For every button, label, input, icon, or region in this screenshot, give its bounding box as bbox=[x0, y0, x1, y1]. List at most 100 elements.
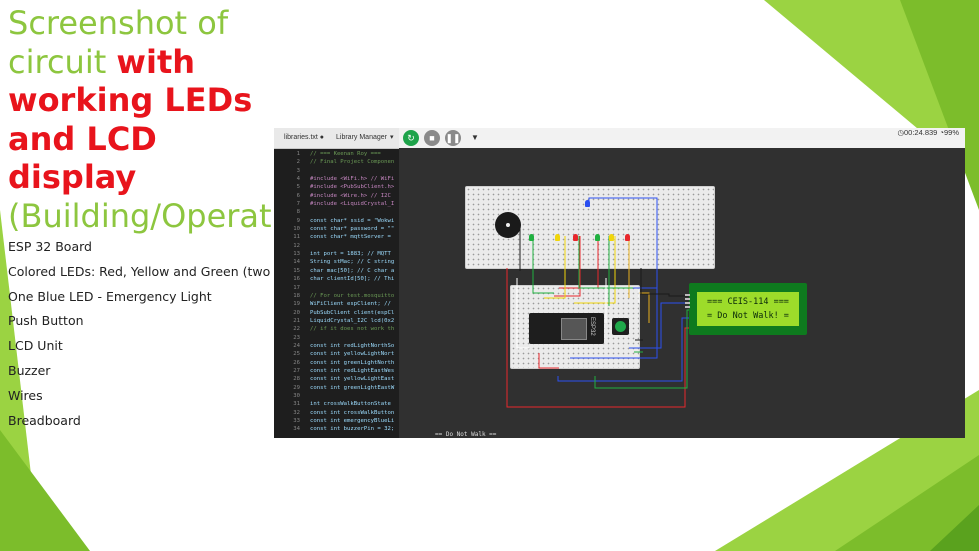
line-text: #include <Wire.h> // I2C bbox=[310, 192, 391, 199]
line-number: 21 bbox=[293, 317, 300, 324]
code-line[interactable]: 32 const int crossWalkButton bbox=[274, 409, 399, 417]
line-text: const char* ssid = "Wokwi bbox=[310, 217, 395, 224]
code-line[interactable]: 30 bbox=[274, 392, 399, 400]
code-line[interactable]: 25 const int yellowLightNort bbox=[274, 350, 399, 358]
line-number: 7 bbox=[296, 201, 300, 208]
led-red-1[interactable] bbox=[573, 234, 578, 241]
line-text: int crossWalkButtonState bbox=[310, 401, 391, 408]
code-line[interactable]: 11 const char* mqttServer = bbox=[274, 233, 399, 241]
lcd-line-1: === CEIS-114 === bbox=[707, 297, 789, 307]
tab-library-manager[interactable]: Library Manager bbox=[332, 128, 391, 148]
line-number: 14 bbox=[293, 259, 300, 266]
code-line[interactable]: 8 bbox=[274, 208, 399, 216]
code-line[interactable]: 21 LiquidCrystal_I2C lcd(0x2 bbox=[274, 317, 399, 325]
list-item: LCD Unit bbox=[8, 338, 63, 354]
code-line[interactable]: 24 const int redLightNorthSo bbox=[274, 342, 399, 350]
line-text: const int crossWalkButton bbox=[310, 409, 395, 416]
led-red-2[interactable] bbox=[625, 234, 630, 241]
line-text: #include <LiquidCrystal_I bbox=[310, 201, 395, 208]
line-number: 26 bbox=[293, 359, 300, 366]
code-line[interactable]: 1 // === Keenan Roy === bbox=[274, 150, 399, 158]
code-line[interactable]: 2 // Final Project Componen bbox=[274, 158, 399, 166]
code-editor[interactable]: libraries.txt ● Library Manager ▾ 1 // ==… bbox=[274, 128, 399, 438]
line-number: 15 bbox=[293, 267, 300, 274]
line-number: 33 bbox=[293, 418, 300, 424]
push-button-cap bbox=[615, 321, 626, 332]
led-yellow-2[interactable] bbox=[609, 234, 614, 241]
list-item: Buzzer bbox=[8, 362, 51, 378]
code-line[interactable]: 13 int port = 1883; // MQTT bbox=[274, 250, 399, 258]
code-line[interactable]: 23 bbox=[274, 334, 399, 342]
buzzer-center bbox=[506, 223, 510, 227]
code-line[interactable]: 27 const int redLightEastWes bbox=[274, 367, 399, 375]
code-line[interactable]: 5 #include <PubSubClient.h> bbox=[274, 183, 399, 191]
lcd-display[interactable]: === CEIS-114 === = Do Not Walk! = bbox=[689, 283, 807, 335]
tab-menu-chevron-icon[interactable]: ▾ bbox=[386, 128, 398, 148]
line-text: int port = 1883; // MQTT bbox=[310, 251, 391, 258]
led-blue-emergency[interactable] bbox=[585, 200, 590, 207]
line-text: WiFiClient espClient; // bbox=[310, 301, 391, 308]
line-text: const int yellowLightEast bbox=[310, 376, 395, 383]
line-number: 18 bbox=[293, 292, 300, 299]
simulator-panel[interactable]: ↻ ■ ❚❚ ▼ ◷00:24.839 ◔99% ESP32 === CEIS-… bbox=[399, 128, 965, 438]
buzzer[interactable] bbox=[495, 212, 521, 238]
code-line[interactable]: 18 // For our test.mosquitto bbox=[274, 292, 399, 300]
code-line[interactable]: 4 #include <WiFi.h> // WiFi bbox=[274, 175, 399, 183]
push-button[interactable] bbox=[612, 318, 629, 335]
code-line[interactable]: 16 char clientId[50]; // Thi bbox=[274, 275, 399, 283]
serial-monitor-text: == Do Not Walk == bbox=[435, 431, 497, 438]
esp32-label: ESP32 bbox=[589, 317, 595, 336]
code-line[interactable]: 7 #include <LiquidCrystal_I bbox=[274, 200, 399, 208]
code-line[interactable]: 29 const int greenLightEastW bbox=[274, 384, 399, 392]
led-yellow-1[interactable] bbox=[555, 234, 560, 241]
line-text: const int yellowLightNort bbox=[310, 351, 395, 358]
line-number: 17 bbox=[293, 284, 300, 291]
line-text: char clientId[50]; // Thi bbox=[310, 276, 395, 283]
line-text: // For our test.mosquitto bbox=[310, 292, 395, 299]
list-item: Breadboard bbox=[8, 412, 81, 428]
line-number: 13 bbox=[293, 251, 300, 258]
code-line[interactable]: 33 const int emergencyBlueLi bbox=[274, 417, 399, 425]
code-lines[interactable]: 1 // === Keenan Roy === 2 // Final Project … bbox=[274, 150, 399, 434]
code-line[interactable]: 20 PubSubClient client(espCl bbox=[274, 309, 399, 317]
code-line[interactable]: 19 WiFiClient espClient; // bbox=[274, 300, 399, 308]
line-text: const int greenLightEastW bbox=[310, 384, 395, 391]
line-number: 24 bbox=[293, 342, 300, 349]
line-number: 4 bbox=[296, 176, 300, 183]
line-number: 11 bbox=[293, 234, 300, 241]
code-line[interactable]: 14 String stMac; // C string bbox=[274, 258, 399, 266]
code-line[interactable]: 12 bbox=[274, 242, 399, 250]
line-number: 19 bbox=[293, 301, 300, 308]
code-line[interactable]: 17 bbox=[274, 284, 399, 292]
line-text: const char* mqttServer = bbox=[310, 234, 391, 241]
line-text: const char* password = "" bbox=[310, 226, 395, 233]
code-line[interactable]: 3 bbox=[274, 167, 399, 175]
code-line[interactable]: 22 // if it does not work th bbox=[274, 325, 399, 333]
line-number: 30 bbox=[293, 392, 300, 399]
list-item: Wires bbox=[8, 387, 43, 403]
line-text: String stMac; // C string bbox=[310, 259, 395, 266]
line-number: 31 bbox=[293, 401, 300, 408]
line-text: char mac[50]; // C char a bbox=[310, 267, 395, 274]
line-text: const int buzzerPin = 32; bbox=[310, 426, 395, 433]
code-line[interactable]: 26 const int greenLightNorth bbox=[274, 359, 399, 367]
esp32-board[interactable]: ESP32 bbox=[529, 313, 604, 344]
code-line[interactable]: 31 int crossWalkButtonState bbox=[274, 400, 399, 408]
code-line[interactable]: 6 #include <Wire.h> // I2C bbox=[274, 192, 399, 200]
line-number: 28 bbox=[293, 376, 300, 383]
line-number: 12 bbox=[293, 242, 300, 249]
line-text: #include <PubSubClient.h> bbox=[310, 184, 395, 191]
led-green-2[interactable] bbox=[595, 234, 600, 241]
code-line[interactable]: 34 const int buzzerPin = 32; bbox=[274, 425, 399, 433]
led-green-1[interactable] bbox=[529, 234, 534, 241]
esp32-chip bbox=[561, 318, 587, 340]
line-text: // === Keenan Roy === bbox=[310, 151, 381, 157]
code-line[interactable]: 9 const char* ssid = "Wokwi bbox=[274, 217, 399, 225]
line-number: 2 bbox=[296, 159, 300, 166]
code-line[interactable]: 28 const int yellowLightEast bbox=[274, 375, 399, 383]
code-line[interactable]: 15 char mac[50]; // C char a bbox=[274, 267, 399, 275]
line-text: LiquidCrystal_I2C lcd(0x2 bbox=[310, 317, 395, 324]
line-number: 34 bbox=[293, 426, 300, 433]
tab-libraries[interactable]: libraries.txt ● bbox=[280, 128, 328, 148]
code-line[interactable]: 10 const char* password = "" bbox=[274, 225, 399, 233]
